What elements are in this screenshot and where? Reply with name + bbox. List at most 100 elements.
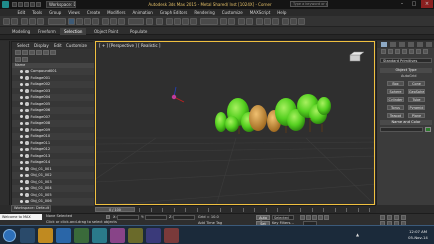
chrome-app-icon[interactable] [74,228,89,243]
helpers-icon[interactable] [409,49,414,54]
viewcube[interactable] [349,51,365,62]
explorer-menu-select[interactable]: Select [17,42,29,49]
tab-freeform[interactable]: Freeform [34,28,60,35]
geosphere-button[interactable]: GeoSphere [408,89,425,94]
max-app-icon[interactable] [92,228,107,243]
create-tab-icon[interactable] [381,42,387,47]
menu-edit[interactable]: Edit [14,9,29,16]
minimize-icon[interactable]: – [396,0,408,8]
tab-object-paint[interactable]: Object Paint [90,28,122,35]
torus-button[interactable]: Torus [387,105,404,110]
menu-maxscript[interactable]: MAXScript [246,9,274,16]
new-icon[interactable] [12,2,17,7]
visibility-icon[interactable] [20,147,23,151]
name-color-rollout[interactable]: Name and Color [380,120,432,125]
spinner-snap-icon[interactable] [190,18,197,25]
visibility-icon[interactable] [20,160,23,164]
explorer-menu-customize[interactable]: Customize [66,42,87,49]
perspective-viewport[interactable]: [ + ] [Perspective ] [ Realistic ] [95,41,375,205]
object-name-field[interactable] [380,127,423,132]
render-setup-icon[interactable] [282,18,289,25]
tab-populate[interactable]: Populate [126,28,151,35]
app-logo-icon[interactable] [2,1,9,8]
lights-icon[interactable] [395,49,400,54]
visibility-icon[interactable] [20,108,23,112]
auto-key-button[interactable]: Auto Key [256,215,270,224]
layer-manager-icon[interactable] [238,18,245,25]
utilities-tab-icon[interactable] [426,42,432,47]
unlink-icon[interactable] [29,18,36,25]
app-icon-8[interactable] [146,228,161,243]
visibility-icon[interactable] [20,193,23,197]
media-app-icon[interactable] [38,228,53,243]
visibility-icon[interactable] [20,186,23,190]
pyramid-button[interactable]: Pyramid [408,105,425,110]
select-object-icon[interactable] [68,18,75,25]
zoom-all-icon[interactable] [387,215,392,220]
menu-help[interactable]: Help [274,9,290,16]
explorer-menu-edit[interactable]: Edit [54,42,62,49]
cameras-icon[interactable] [402,49,407,54]
explorer-app-icon[interactable] [20,228,35,243]
motion-tab-icon[interactable] [408,42,414,47]
viewport-label[interactable]: [ + ] [Perspective ] [ Realistic ] [99,43,160,48]
visibility-icon[interactable] [20,141,23,145]
filter-geometry-icon[interactable] [15,50,21,55]
zoom-icon[interactable] [380,215,385,220]
go-to-end-icon[interactable] [324,215,329,220]
move-icon[interactable] [102,18,109,25]
snaps-toggle-icon[interactable] [166,18,173,25]
object-color-swatch[interactable] [425,127,431,132]
menu-views[interactable]: Views [65,9,84,16]
selection-lock-icon[interactable] [106,215,110,219]
save-icon[interactable] [24,2,29,7]
mirror-icon[interactable] [220,18,227,25]
menu-tools[interactable]: Tools [29,9,46,16]
ie-app-icon[interactable] [56,228,71,243]
spacewarps-icon[interactable] [416,49,421,54]
open-icon[interactable] [18,2,23,7]
foliage-group[interactable] [215,94,331,134]
sort-icon[interactable] [22,57,28,62]
shapes-icon[interactable] [388,49,393,54]
filter-cameras-icon[interactable] [36,50,42,55]
x-coordinate-field[interactable] [117,215,139,220]
visibility-icon[interactable] [20,134,23,138]
zoom-extents-icon[interactable] [394,215,399,220]
graphite-toggle-icon[interactable] [246,18,253,25]
sphere-button[interactable]: Sphere [387,89,404,94]
menu-customize[interactable]: Customize [218,9,246,16]
visibility-icon[interactable] [20,167,23,171]
visibility-icon[interactable] [20,173,23,177]
taskbar-clock[interactable]: 12:07 AM 05-Nov-14 [404,229,432,242]
named-selection-sets-dropdown[interactable] [200,18,218,25]
teapot-button[interactable]: Teapot [387,113,404,118]
visibility-icon[interactable] [20,69,23,73]
rectangle-selection-icon[interactable] [84,18,91,25]
menu-graph-editors[interactable]: Graph Editors [156,9,190,16]
menu-animation[interactable]: Animation [129,9,156,16]
key-mode-dropdown[interactable]: Selected [272,215,294,220]
y-coordinate-field[interactable] [145,215,167,220]
visibility-icon[interactable] [20,102,23,106]
bind-spacewarp-icon[interactable] [37,18,44,25]
tray-icons[interactable]: ▲ [356,232,364,238]
visibility-icon[interactable] [20,95,23,99]
undo-tool-icon[interactable] [3,18,10,25]
window-crossing-icon[interactable] [92,18,99,25]
visibility-icon[interactable] [20,154,23,158]
reference-coordinate-dropdown[interactable] [128,18,144,25]
redo-tool-icon[interactable] [11,18,18,25]
box-button[interactable]: Box [387,81,404,86]
cylinder-button[interactable]: Cylinder [387,97,404,102]
material-editor-icon[interactable] [272,18,279,25]
maxscript-listener[interactable]: Welcome to MAX [0,214,42,220]
z-coordinate-field[interactable] [173,215,195,220]
rendered-frame-icon[interactable] [290,18,297,25]
filter-shapes-icon[interactable] [22,50,28,55]
filter-spacewarps-icon[interactable] [50,50,56,55]
find-icon[interactable] [15,57,21,62]
object-type-rollout[interactable]: Object Type [380,68,432,73]
go-to-start-icon[interactable] [300,215,305,220]
autogrid-checkbox[interactable]: AutoGrid [401,74,416,78]
